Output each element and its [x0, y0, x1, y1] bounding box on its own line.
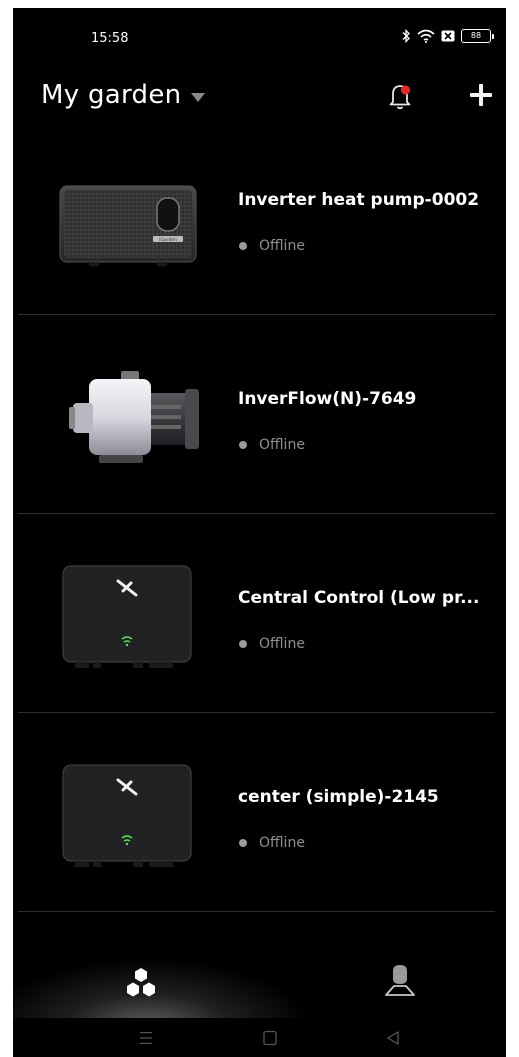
device-status-text: Offline [259, 238, 305, 254]
controller-image [62, 764, 192, 867]
home-selector[interactable]: My garden [41, 80, 206, 110]
device-status-text: Offline [259, 835, 305, 851]
offline-dot-icon [239, 640, 247, 648]
divider [18, 911, 495, 912]
system-nav-bar [13, 1018, 506, 1057]
sim-x-icon [441, 30, 455, 42]
controller-image [62, 565, 192, 668]
offline-dot-icon [239, 242, 247, 250]
battery-icon: 88 [461, 29, 494, 43]
device-card[interactable]: center (simple)-2145 Offline [13, 713, 506, 912]
device-status-text: Offline [259, 437, 305, 453]
home-button[interactable] [259, 1028, 281, 1048]
device-name: center (simple)-2145 [238, 787, 439, 807]
device-card[interactable]: InverFlow(N)-7649 Offline [13, 315, 506, 514]
status-bar: 15:58 88 [13, 8, 506, 64]
status-time: 15:58 [91, 31, 129, 46]
wifi-icon [417, 29, 435, 43]
devices-cluster-icon [127, 968, 155, 997]
offline-dot-icon [239, 441, 247, 449]
water-pump-image [69, 371, 199, 463]
user-icon [385, 965, 415, 996]
notification-badge [400, 85, 411, 95]
device-status: Offline [239, 835, 305, 851]
bottom-tab-bar [13, 948, 506, 1028]
device-card[interactable]: iGarden Inverter heat pump-0002 Offline [13, 116, 506, 315]
caret-down-icon [191, 92, 206, 102]
device-card[interactable]: Central Control (Low pr... Offline [13, 514, 506, 713]
back-triangle-icon [387, 1031, 399, 1045]
menu-button[interactable] [135, 1028, 157, 1048]
back-button[interactable] [382, 1028, 404, 1048]
status-icons: 88 [401, 29, 494, 43]
device-status: Offline [239, 238, 305, 254]
device-name: InverFlow(N)-7649 [238, 389, 417, 409]
battery-level: 88 [461, 29, 491, 43]
home-square-icon [263, 1030, 277, 1046]
plus-icon [470, 84, 492, 106]
device-name: Inverter heat pump-0002 [238, 190, 480, 210]
tab-devices[interactable] [121, 966, 161, 1002]
device-status: Offline [239, 437, 305, 453]
device-status-text: Offline [259, 636, 305, 652]
add-device-button[interactable] [468, 82, 494, 108]
device-name: Central Control (Low pr... [238, 588, 480, 608]
menu-icon [140, 1032, 152, 1044]
heat-pump-image: iGarden [59, 185, 197, 266]
device-status: Offline [239, 636, 305, 652]
bluetooth-icon [402, 29, 410, 43]
device-list: iGarden Inverter heat pump-0002 Offline [13, 116, 506, 912]
page-title: My garden [41, 80, 182, 110]
svg-text:iGarden: iGarden [159, 237, 177, 243]
notification-bell-button[interactable] [387, 81, 415, 111]
tab-profile[interactable] [383, 963, 417, 999]
app-screen: 15:58 88 My garden iGarden Inverter heat… [13, 8, 506, 1057]
offline-dot-icon [239, 839, 247, 847]
